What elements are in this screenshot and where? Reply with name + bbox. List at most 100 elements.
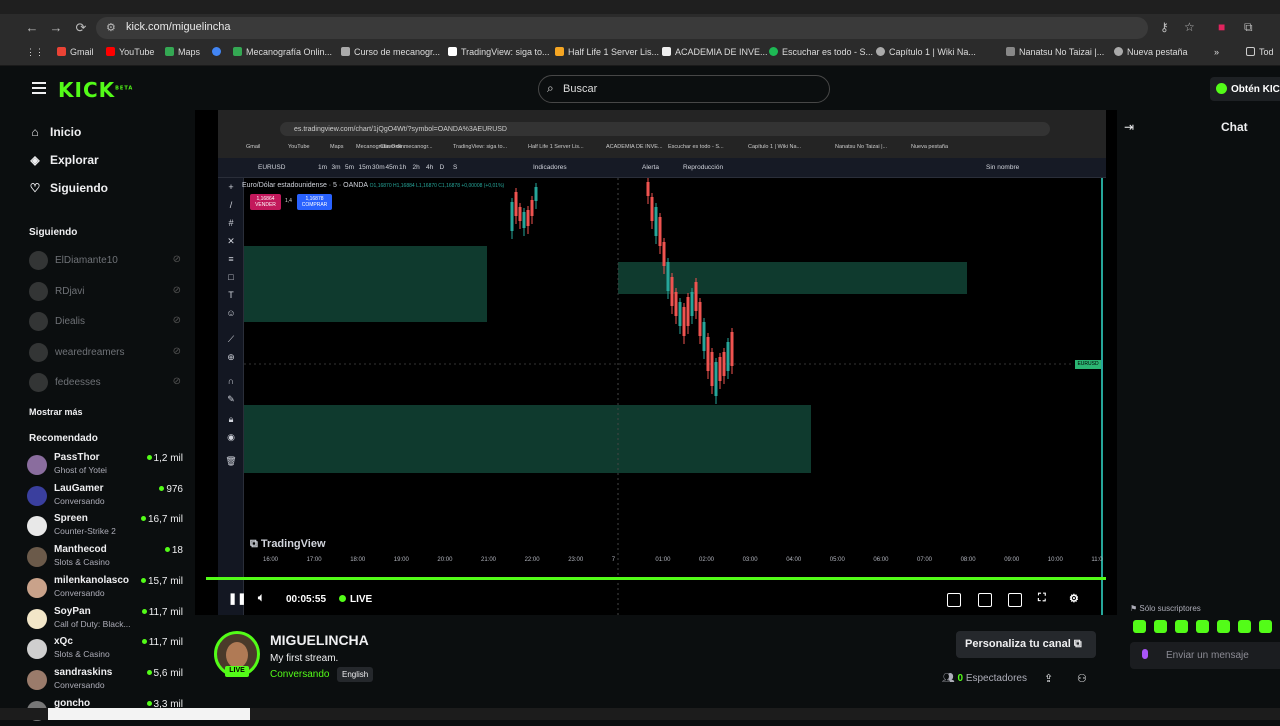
bookmark-nanatsu[interactable]: Nanatsu No Taizai |... — [1006, 47, 1104, 57]
following-item[interactable]: RDjavi ⊘ — [29, 282, 181, 302]
clip-icon[interactable] — [978, 593, 992, 607]
back-icon[interactable]: ← — [24, 20, 40, 35]
get-kick-button[interactable]: Obtén KICK — [1210, 77, 1280, 101]
candle-body — [682, 307, 686, 336]
share-icon[interactable]: ⇪ — [1044, 672, 1053, 685]
miniplayer-icon[interactable] — [947, 593, 961, 607]
bookmark-star-icon[interactable]: ☆ — [1184, 20, 1195, 34]
recommended-item[interactable]: LauGamer Conversando 976 — [27, 483, 183, 511]
recommended-item[interactable]: sandraskins Conversando 5,6 mil — [27, 667, 183, 695]
candle-body — [658, 217, 662, 246]
channel-category: Call of Duty: Black... — [54, 618, 131, 629]
settings-gear-icon[interactable]: ⚙ — [1069, 592, 1079, 605]
tv-bookmark: Half Life 1 Server Lis... — [528, 144, 584, 150]
sidebar-item-inicio[interactable]: ⌂ Inicio — [28, 125, 81, 145]
tv-sell-button: 1,16864 VENDER — [250, 194, 281, 210]
kick-logo[interactable]: KICKBETA — [58, 78, 133, 102]
bookmark-nueva[interactable]: Nueva pestaña — [1114, 47, 1188, 57]
offline-icon: ⊘ — [172, 346, 181, 357]
bookmarks-overflow-icon[interactable]: » — [1214, 47, 1219, 57]
bookmark-tradingview[interactable]: TradingView: siga to... — [448, 47, 550, 57]
tv-time-label: 22:00 — [524, 557, 540, 563]
taskbar-search[interactable] — [48, 708, 250, 720]
password-key-icon[interactable]: ⚷ — [1160, 20, 1169, 34]
following-item[interactable]: wearedreamers ⊘ — [29, 343, 181, 363]
avatar — [27, 547, 47, 568]
address-bar[interactable]: ⚙ kick.com/miguelincha — [96, 17, 1148, 39]
following-item[interactable]: Diealis ⊘ — [29, 312, 181, 332]
bookmark-halflife[interactable]: Half Life 1 Server Lis... — [555, 47, 659, 57]
windows-taskbar — [0, 708, 1280, 720]
volume-icon[interactable]: 🔈︎ — [258, 592, 265, 605]
chat-message-input[interactable]: Enviar un mensaje — [1130, 642, 1280, 669]
reload-icon[interactable]: ⟳ — [73, 20, 89, 36]
pause-icon[interactable]: ❚❚ — [228, 592, 246, 605]
stream-category[interactable]: Conversando — [270, 669, 329, 680]
bookmarks-bar: ⋮⋮ Gmail YouTube Maps Mecanografía Onlin… — [0, 42, 1280, 66]
candle-body — [714, 362, 718, 396]
tv-time-label: 07:00 — [917, 557, 933, 563]
candle-body — [674, 292, 678, 316]
player-progress-bar[interactable] — [206, 577, 1106, 580]
bookmark-escuchar[interactable]: Escuchar es todo - S... — [769, 47, 873, 57]
customize-channel-button[interactable]: Personaliza tu canal ⧉ — [956, 631, 1096, 658]
candle-body — [526, 210, 530, 226]
forward-icon[interactable]: → — [48, 20, 64, 35]
bookmark-gmail[interactable]: Gmail — [57, 47, 94, 57]
sidebar-item-siguiendo[interactable]: ♡ Siguiendo — [28, 181, 108, 201]
show-more-link[interactable]: Mostrar más — [29, 407, 83, 417]
recommended-item[interactable]: SoyPan Call of Duty: Black... 11,7 mil — [27, 606, 183, 634]
channel-name: PassThor — [54, 452, 100, 463]
recommended-item[interactable]: milenkanolasco Conversando 15,7 mil — [27, 575, 183, 603]
recommended-item[interactable]: PassThor Ghost of Yotei 1,2 mil — [27, 452, 183, 480]
tv-interval-45m: 45m — [385, 164, 399, 171]
bookmark-maps[interactable]: Maps — [165, 47, 200, 57]
bookmark-youtube[interactable]: YouTube — [106, 47, 154, 57]
tv-drawing-toolbar: + / # ✕ ≡ □ T ☺ ⟋ ⊕ ∩ ✎ 🔒︎ ◉ 🗑︎ — [218, 178, 244, 615]
sidebar-item-explorar[interactable]: ◈ Explorar — [28, 153, 98, 173]
extensions-puzzle-icon[interactable]: ⧉ — [1244, 20, 1253, 35]
recommended-item[interactable]: Spreen Counter-Strike 2 16,7 mil — [27, 513, 183, 541]
tv-bookmark: Curso de mecanogr... — [380, 144, 433, 150]
tv-interval-1h: 1h — [399, 164, 407, 171]
tv-interval-S: S — [453, 164, 458, 171]
bookmark-academia[interactable]: ACADEMIA DE INVE... — [662, 47, 768, 57]
candle-body — [722, 352, 726, 376]
recommended-item[interactable]: Manthecod Slots & Casino 18 — [27, 544, 183, 572]
bookmark-capitulo[interactable]: Capítulo 1 | Wiki Na... — [876, 47, 976, 57]
site-info-icon[interactable]: ⚙ — [106, 21, 116, 34]
language-tag[interactable]: English — [337, 667, 374, 682]
offline-icon: ⊘ — [172, 315, 181, 326]
bookmark-mecanografia[interactable]: Mecanografía Onlin... — [233, 47, 332, 57]
bookmark-curso[interactable]: Curso de mecanogr... — [341, 47, 440, 57]
bookmark-blank[interactable] — [212, 47, 225, 57]
menu-icon[interactable] — [32, 82, 46, 94]
add-user-icon[interactable]: ⚇ — [1077, 672, 1087, 685]
offline-icon: ⊘ — [172, 254, 181, 265]
theater-mode-icon[interactable] — [1008, 593, 1022, 607]
candlestick-chart — [244, 178, 1103, 615]
tv-replay: Reproducción — [683, 164, 724, 171]
following-item[interactable]: fedeesses ⊘ — [29, 373, 181, 393]
extension-icon[interactable]: ■ — [1218, 20, 1225, 34]
avatar — [27, 669, 47, 690]
tv-time-label: 18:00 — [350, 557, 366, 563]
following-item[interactable]: ElDiamante10 ⊘ — [29, 251, 181, 271]
apps-grid-icon[interactable]: ⋮⋮ — [26, 47, 44, 58]
emote-bar[interactable] — [1133, 620, 1280, 634]
tv-time-label: 03:00 — [742, 557, 758, 563]
channel-name[interactable]: MIGUELINCHA — [270, 632, 369, 648]
tv-browser-chrome: es.tradingview.com/chart/1jQgO4Wt/?symbo… — [218, 110, 1106, 158]
fullscreen-icon[interactable]: ⛶ — [1038, 592, 1046, 605]
recommended-item[interactable]: xQc Slots & Casino 11,7 mil — [27, 636, 183, 664]
collapse-chat-icon[interactable]: ⇥ — [1124, 120, 1134, 134]
trash-icon: 🗑︎ — [225, 456, 237, 466]
candle-body — [690, 292, 694, 316]
bookmarks-folder[interactable]: Tod — [1246, 47, 1274, 57]
tv-chart — [244, 178, 1106, 615]
channel-name: Spreen — [54, 513, 88, 525]
search-input[interactable]: ⌕ Buscar — [538, 75, 830, 103]
channel-name: milenkanolasco — [54, 574, 130, 586]
ruler-icon: ⟋ — [227, 334, 235, 344]
candle-body — [514, 192, 518, 216]
